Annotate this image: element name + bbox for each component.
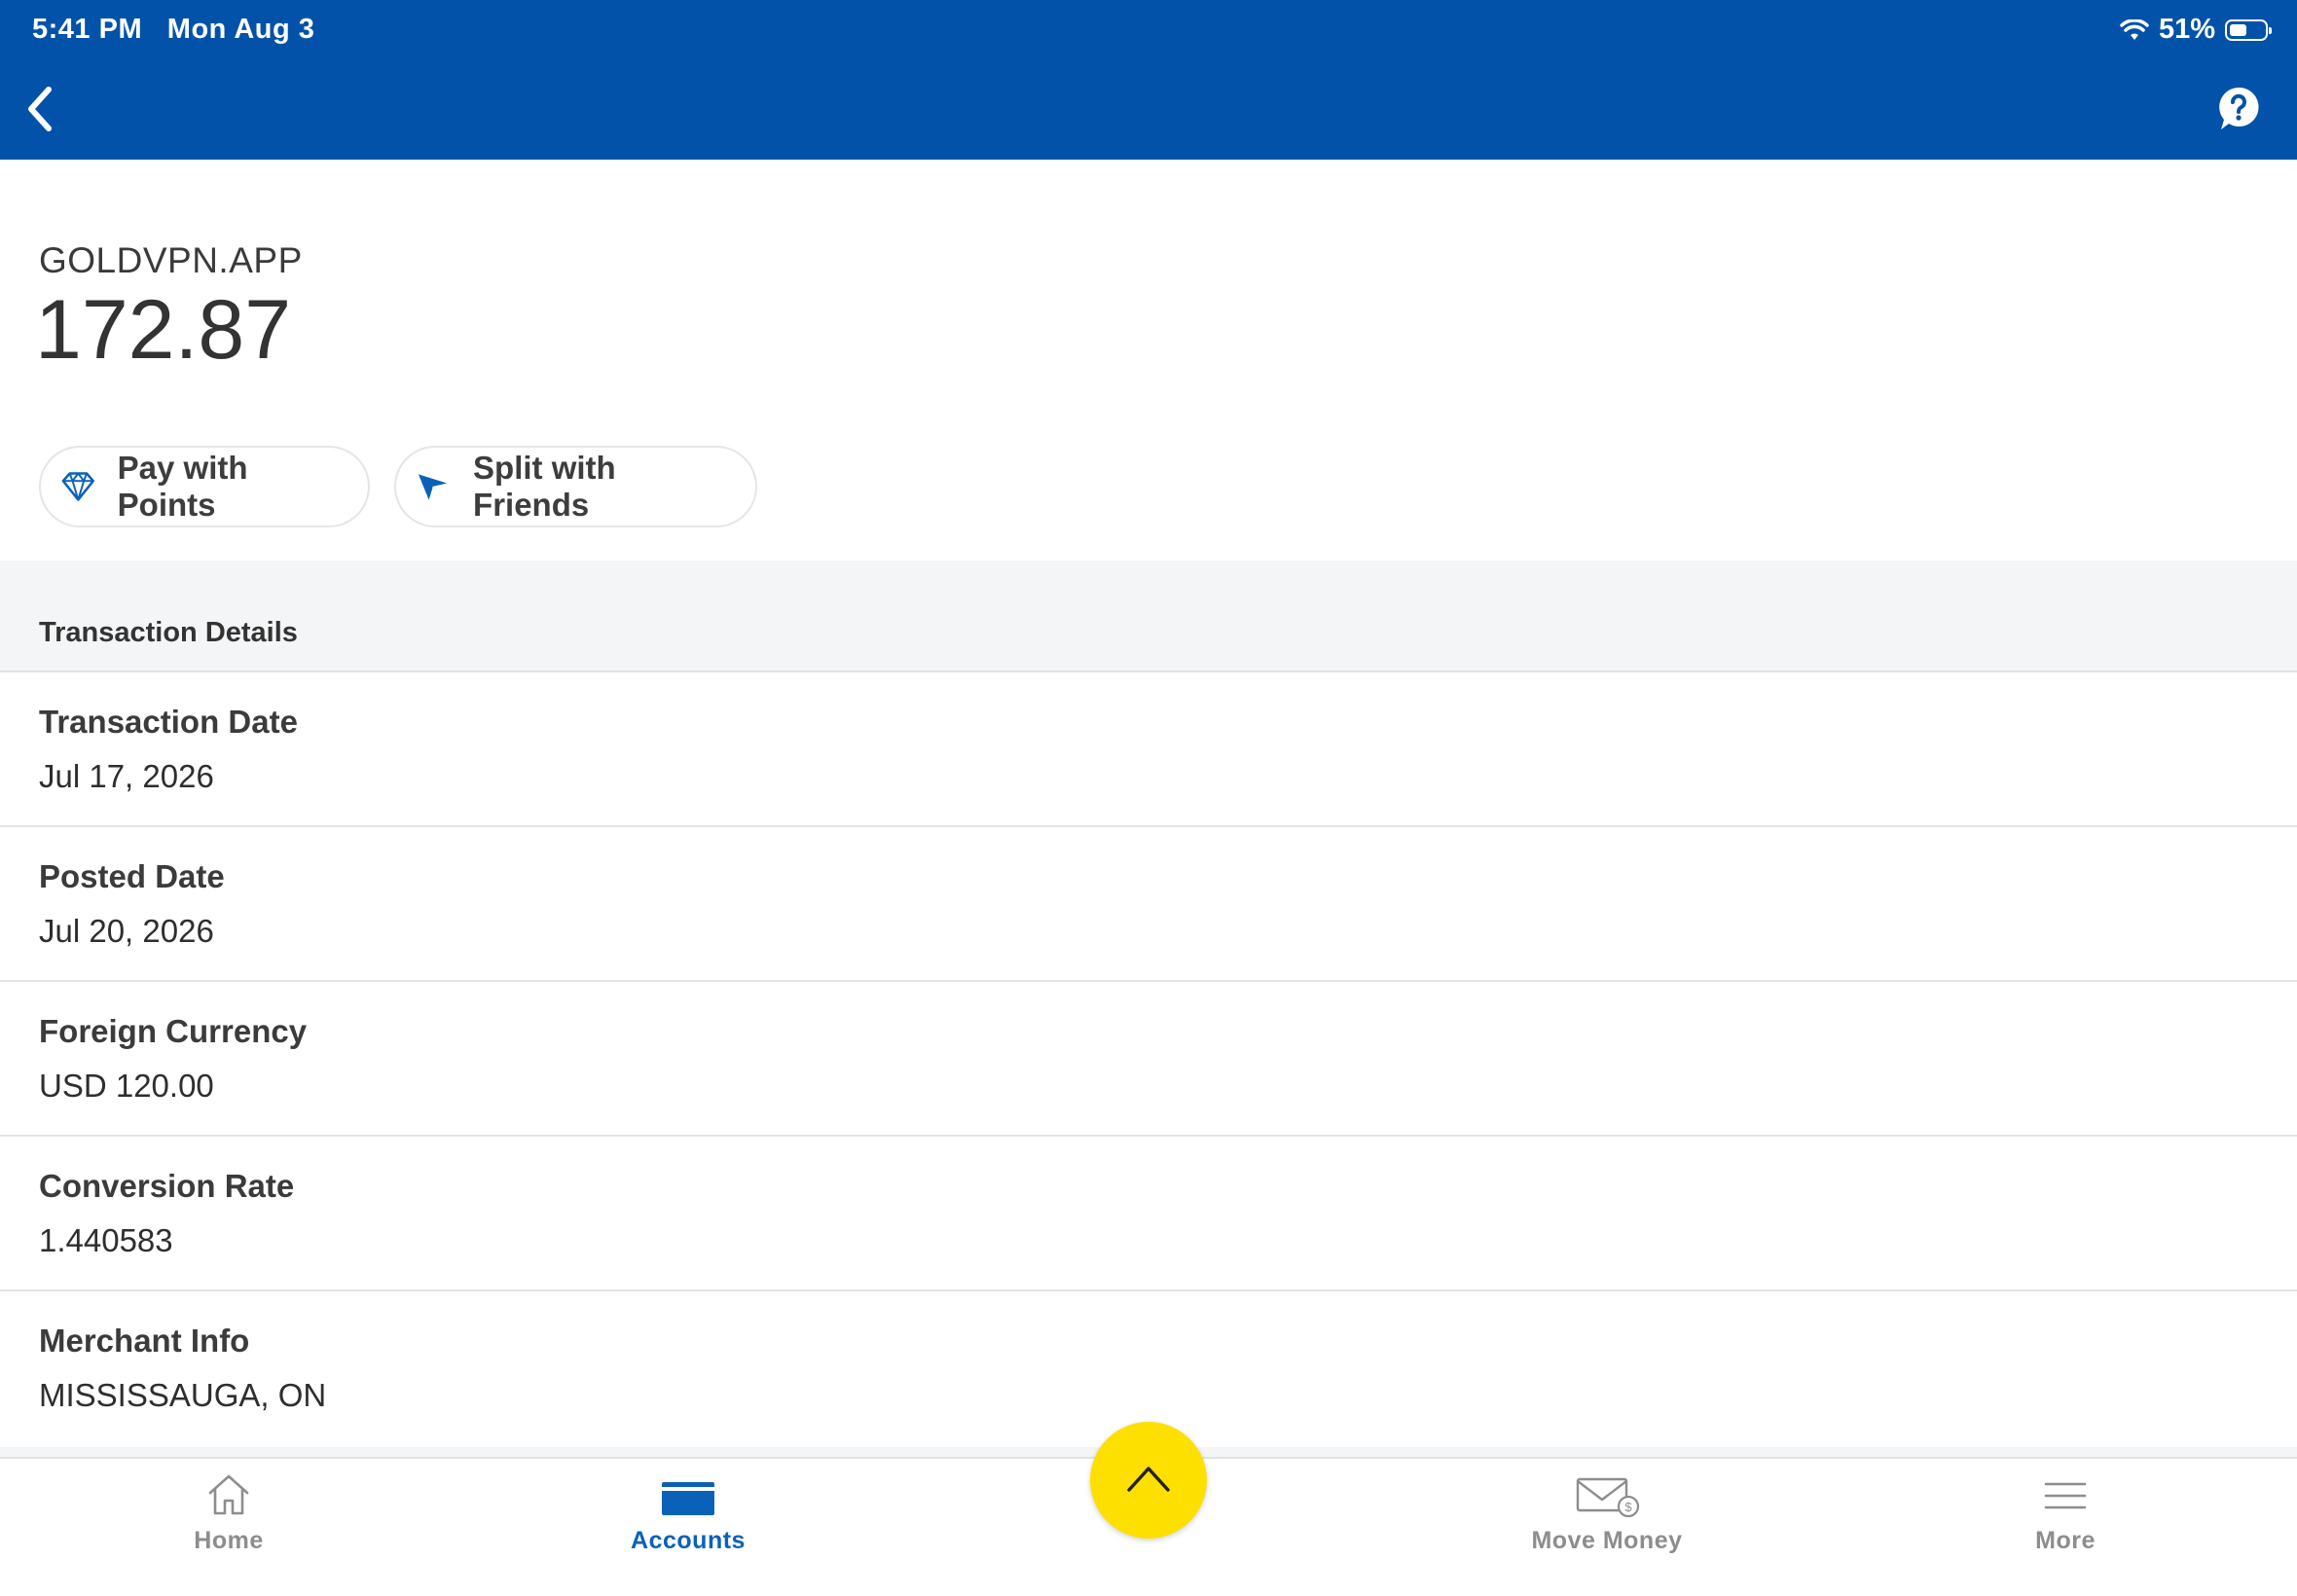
detail-label: Foreign Currency — [39, 1013, 308, 1049]
transaction-header: GOLDVPN.APP 172.87 Pay with Points Split… — [0, 160, 2297, 561]
merchant-name: GOLDVPN.APP — [39, 240, 303, 280]
expand-up-button[interactable] — [1090, 1422, 1207, 1539]
tab-move-money[interactable]: $ Move Money — [1461, 1459, 1753, 1596]
detail-row-foreign-currency: Foreign Currency USD 120.00 — [0, 982, 2297, 1137]
tab-label: More — [2035, 1527, 2096, 1554]
transaction-details-header: Transaction Details — [0, 561, 2297, 672]
pay-with-points-button[interactable]: Pay with Points — [39, 446, 370, 527]
diamond-icon — [61, 472, 95, 501]
detail-label: Posted Date — [39, 858, 225, 894]
detail-value: Jul 20, 2026 — [39, 913, 214, 949]
detail-value: USD 120.00 — [39, 1068, 214, 1104]
status-bar-right: 51% — [2120, 14, 2272, 46]
detail-row-transaction-date: Transaction Date Jul 17, 2026 — [0, 672, 2297, 827]
detail-row-posted-date: Posted Date Jul 20, 2026 — [0, 827, 2297, 982]
detail-label: Transaction Date — [39, 704, 298, 740]
envelope-dollar-icon: $ — [1576, 1477, 1640, 1518]
wifi-icon — [2120, 18, 2149, 40]
transaction-amount: 172.87 — [35, 283, 292, 377]
detail-label: Conversion Rate — [39, 1168, 295, 1204]
question-bubble-icon — [2219, 87, 2259, 129]
help-button[interactable] — [2217, 86, 2260, 132]
hamburger-icon — [2044, 1482, 2087, 1509]
detail-value: MISSISSAUGA, ON — [39, 1377, 327, 1413]
house-icon — [208, 1474, 249, 1515]
chevron-up-icon — [1127, 1467, 1170, 1492]
paper-plane-icon — [418, 474, 450, 500]
tab-accounts[interactable]: Accounts — [542, 1459, 834, 1596]
svg-text:$: $ — [1624, 1500, 1632, 1514]
battery-icon — [2225, 18, 2272, 41]
tab-home[interactable]: Home — [83, 1459, 375, 1596]
pay-with-points-label: Pay with Points — [117, 450, 248, 523]
status-bar-time: 5:41 PM Mon Aug 3 — [32, 14, 314, 46]
section-title: Transaction Details — [39, 617, 298, 648]
split-with-friends-label: Split with Friends — [473, 450, 616, 523]
tab-label: Home — [194, 1527, 264, 1554]
detail-value: 1.440583 — [39, 1222, 173, 1258]
battery-percent: 51% — [2158, 14, 2215, 45]
tab-label: Accounts — [631, 1527, 746, 1554]
detail-row-conversion-rate: Conversion Rate 1.440583 — [0, 1137, 2297, 1291]
detail-label: Merchant Info — [39, 1323, 250, 1359]
chevron-left-icon — [28, 87, 52, 131]
tab-label: Move Money — [1531, 1527, 1683, 1554]
top-bar: 5:41 PM Mon Aug 3 51% — [0, 0, 2297, 160]
card-icon — [662, 1482, 714, 1515]
status-date: Mon Aug 3 — [166, 14, 315, 45]
detail-value: Jul 17, 2026 — [39, 758, 214, 794]
split-with-friends-button[interactable]: Split with Friends — [394, 446, 757, 527]
status-time: 5:41 PM — [32, 14, 143, 45]
back-button[interactable] — [21, 84, 60, 134]
tab-more[interactable]: More — [1919, 1459, 2211, 1596]
